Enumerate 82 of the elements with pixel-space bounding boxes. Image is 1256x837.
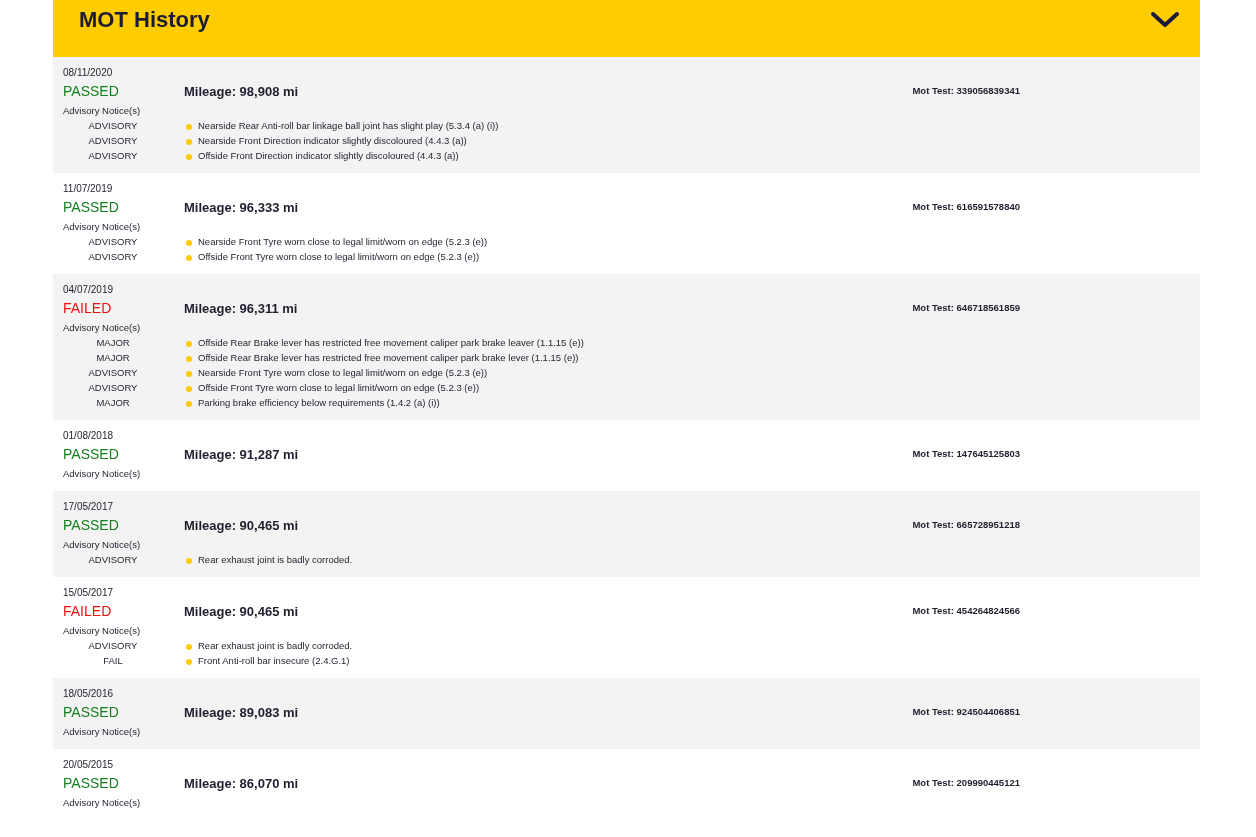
defect-text: Nearside Front Tyre worn close to legal limit/worn on edge (5.2.3 (e))	[198, 236, 488, 247]
mot-test-number: Mot Test: 646718561859	[912, 300, 1020, 315]
notices-label: Advisory Notice(s)	[63, 796, 142, 810]
defect-type: ADVISORY	[87, 251, 139, 262]
defect-type: FAIL	[102, 655, 124, 666]
bullet-icon	[186, 400, 192, 407]
test-result: FAILED	[63, 298, 113, 318]
panel-title: MOT History	[79, 6, 210, 33]
mileage: Mileage: 96,333 mi	[184, 199, 300, 217]
bullet-icon	[186, 138, 192, 145]
defect-text: Nearside Front Direction indicator slightly discoloured (4.4.3 (a))	[198, 135, 467, 146]
test-result: PASSED	[63, 197, 120, 217]
defect-type: ADVISORY	[87, 236, 139, 247]
test-date: 04/07/2019	[63, 283, 115, 296]
test-date: 11/07/2019	[63, 182, 114, 195]
defect-text: Parking brake efficiency below requirements (1.4.2 (a) (i))	[198, 397, 440, 408]
mot-test-number: Mot Test: 616591578840	[912, 199, 1020, 214]
test-date: 08/11/2020	[63, 66, 114, 79]
notices-label: Advisory Notice(s)	[63, 220, 142, 234]
defect-type: ADVISORY	[87, 640, 139, 651]
defect-text: Rear exhaust joint is badly corroded.	[198, 554, 353, 565]
mot-test-number: Mot Test: 147645125803	[912, 446, 1020, 461]
test-date: 01/08/2018	[63, 429, 115, 442]
test-result: PASSED	[63, 444, 120, 464]
notices-label: Advisory Notice(s)	[63, 467, 142, 481]
mileage: Mileage: 90,465 mi	[184, 603, 300, 621]
defect-text: Nearside Front Tyre worn close to legal limit/worn on edge (5.2.3 (e))	[198, 367, 488, 378]
defect-type: ADVISORY	[87, 150, 139, 161]
notices-label: Advisory Notice(s)	[63, 321, 142, 335]
notices-label: Advisory Notice(s)	[63, 104, 142, 118]
defect-type: ADVISORY	[87, 367, 139, 378]
defect-type: MAJOR	[95, 397, 131, 408]
defect-text: Offside Rear Brake lever has restricted free movement caliper park brake leaver (1.1.15 (e))	[198, 337, 584, 348]
defect-text: Nearside Rear Anti-roll bar linkage ball joint has slight play (5.3.4 (a) (i))	[198, 120, 499, 131]
defect-text: Offside Front Tyre worn close to legal limit/worn on edge (5.2.3 (e))	[198, 251, 480, 262]
bullet-icon	[186, 658, 192, 665]
chevron-icon	[1150, 10, 1180, 29]
test-date: 20/05/2015	[63, 758, 115, 771]
bullet-icon	[186, 557, 192, 564]
mileage: Mileage: 91,287 mi	[184, 446, 300, 464]
bullet-icon	[186, 254, 192, 261]
defect-type: ADVISORY	[87, 554, 139, 565]
notices-label: Advisory Notice(s)	[63, 538, 142, 552]
mileage: Mileage: 90,465 mi	[184, 517, 300, 535]
test-date: 15/05/2017	[63, 586, 115, 599]
bullet-icon	[186, 385, 192, 392]
mileage: Mileage: 98,908 mi	[184, 83, 300, 101]
bullet-icon	[186, 370, 192, 377]
bullet-icon	[186, 340, 192, 347]
defect-text: Front Anti-roll bar insecure (2.4.G.1)	[198, 655, 350, 666]
defect-type: ADVISORY	[87, 135, 139, 146]
mot-test-number: Mot Test: 339056839341	[912, 83, 1020, 98]
defect-text: Offside Front Tyre worn close to legal limit/worn on edge (5.2.3 (e))	[198, 382, 480, 393]
test-date: 17/05/2017	[63, 500, 115, 513]
bullet-icon	[186, 643, 192, 650]
bullet-icon	[186, 355, 192, 362]
mileage: Mileage: 89,083 mi	[184, 704, 300, 722]
test-result: PASSED	[63, 81, 120, 101]
bullet-icon	[186, 123, 192, 130]
test-result: PASSED	[63, 515, 120, 535]
defect-type: ADVISORY	[87, 120, 139, 131]
bullet-icon	[186, 239, 192, 246]
collapse-button[interactable]	[1150, 10, 1180, 29]
mot-test-number: Mot Test: 209990445121	[912, 775, 1020, 790]
defect-type: MAJOR	[95, 337, 131, 348]
mot-test-number: Mot Test: 454264824566	[912, 603, 1020, 618]
mileage: Mileage: 96,311 mi	[184, 300, 299, 318]
test-result: PASSED	[63, 702, 120, 722]
defect-text: Offside Rear Brake lever has restricted free movement caliper park brake lever (1.1.15 (e))	[198, 352, 579, 363]
defect-type: MAJOR	[95, 352, 131, 363]
bullet-icon	[186, 153, 192, 160]
defect-text: Rear exhaust joint is badly corroded.	[198, 640, 353, 651]
mot-test-number: Mot Test: 665728951218	[912, 517, 1020, 532]
notices-label: Advisory Notice(s)	[63, 725, 142, 739]
test-result: PASSED	[63, 773, 120, 793]
test-result: FAILED	[63, 601, 113, 621]
mot-test-number: Mot Test: 924504406851	[912, 704, 1020, 719]
notices-label: Advisory Notice(s)	[63, 624, 142, 638]
mileage: Mileage: 86,070 mi	[184, 775, 300, 793]
test-date: 18/05/2016	[63, 687, 115, 700]
defect-type: ADVISORY	[87, 382, 139, 393]
defect-text: Offside Front Direction indicator slightly discoloured (4.4.3 (a))	[198, 150, 459, 161]
